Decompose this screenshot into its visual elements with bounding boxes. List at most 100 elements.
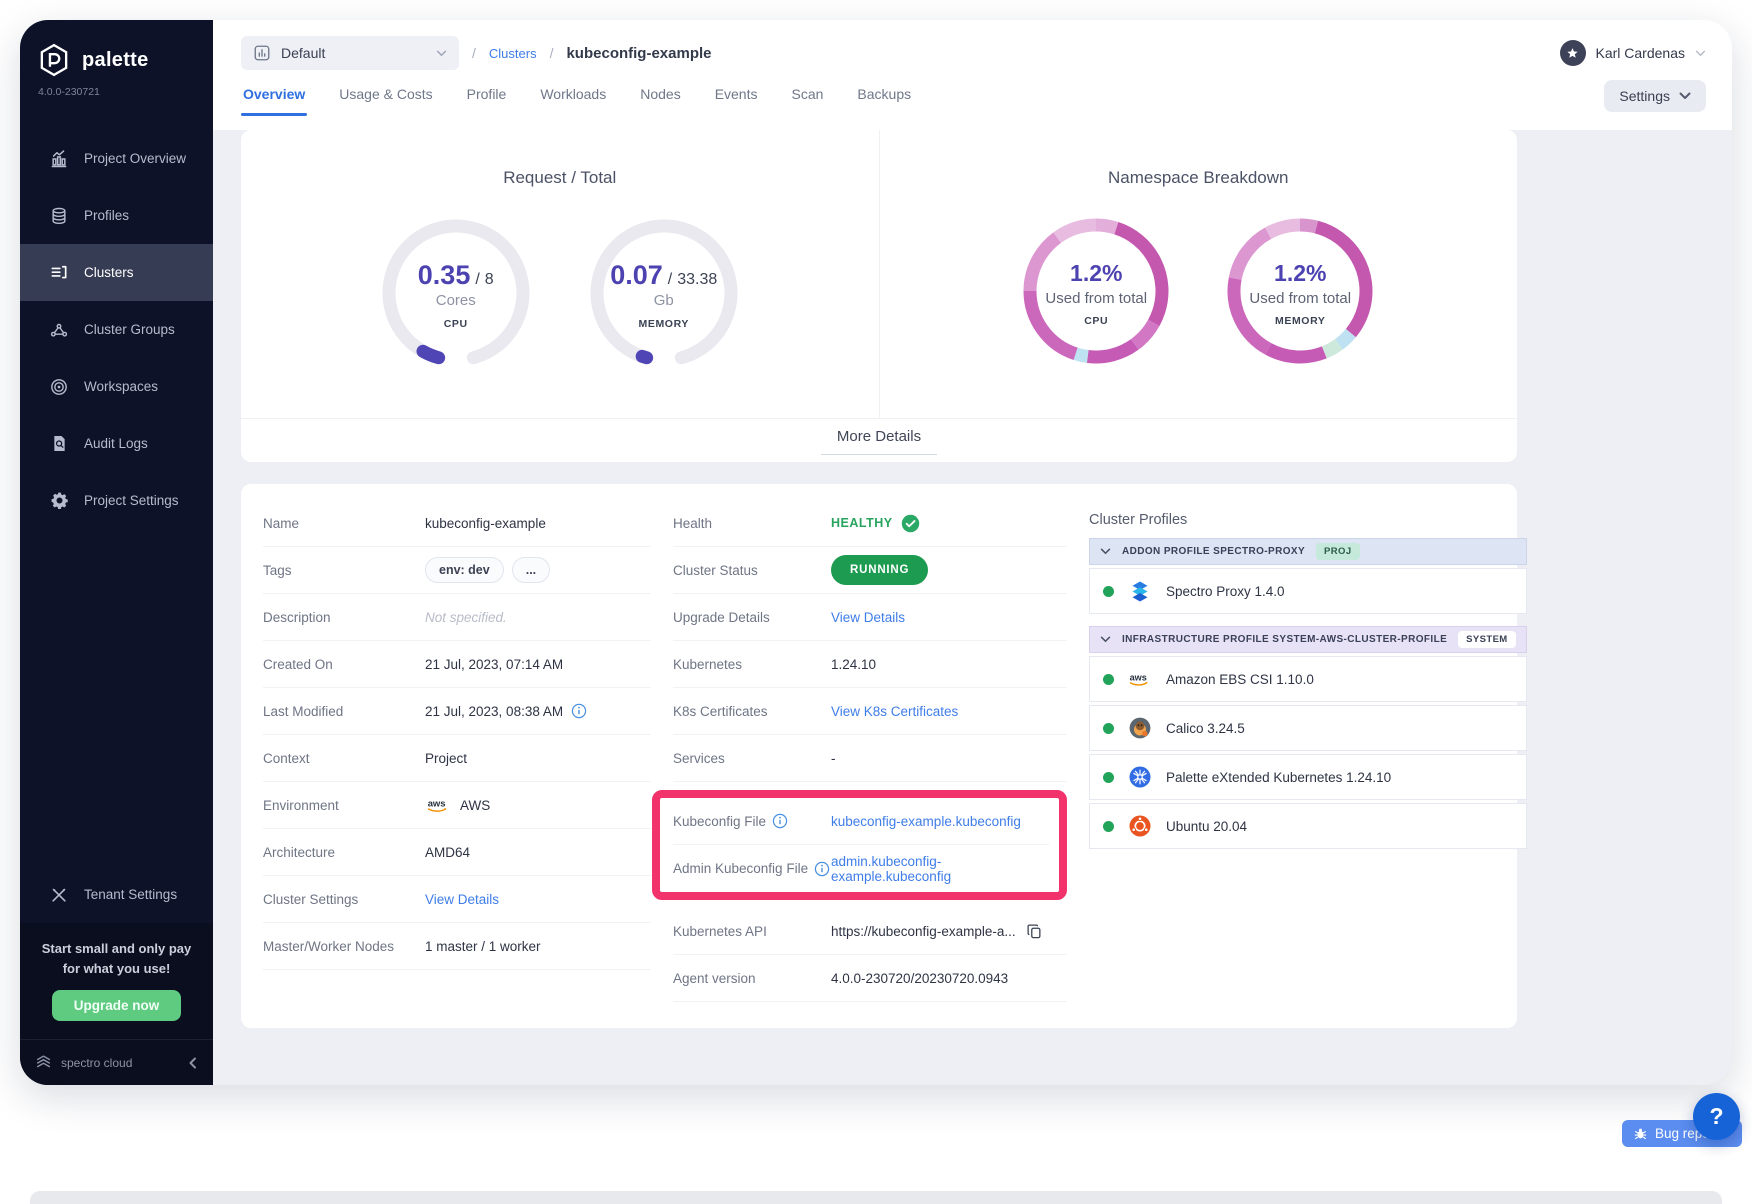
detail-label-text: Description (263, 610, 331, 625)
tag-item[interactable]: ... (512, 557, 550, 583)
settings-button[interactable]: Settings (1604, 80, 1706, 112)
profile-item-palette-extended-kubernetes-1-24-10[interactable]: Palette eXtended Kubernetes 1.24.10 (1089, 754, 1527, 800)
detail-label: Admin Kubeconfig File (673, 861, 831, 877)
panel-title: Namespace Breakdown (880, 168, 1518, 188)
detail-label-text: Name (263, 516, 299, 531)
sidebar-item-label: Clusters (84, 265, 134, 280)
cluster-status-badge: RUNNING (831, 555, 928, 585)
tab-profile[interactable]: Profile (465, 78, 509, 130)
tab-nodes[interactable]: Nodes (638, 78, 682, 130)
sidebar-item-profiles[interactable]: Profiles (20, 187, 213, 244)
detail-row-architecture: ArchitectureAMD64 (263, 829, 651, 876)
tab-overview[interactable]: Overview (241, 78, 307, 130)
upgrade-now-button[interactable]: Upgrade now (52, 990, 182, 1021)
donut-caption: Used from total (1249, 290, 1351, 307)
detail-label-text: Kubernetes (673, 657, 742, 672)
detail-label: Kubeconfig File (673, 813, 831, 829)
value-text: 1 master / 1 worker (425, 939, 541, 954)
detail-label: Kubernetes API (673, 924, 831, 939)
detail-row-services: Services- (673, 735, 1067, 782)
brand-logo-row: palette (20, 20, 213, 84)
panel-title: Request / Total (241, 168, 879, 188)
value-text: kubeconfig-example (425, 516, 546, 531)
detail-row-master-worker-nodes: Master/Worker Nodes1 master / 1 worker (263, 923, 651, 970)
chart-select-icon (253, 44, 271, 62)
cluster-profiles-title: Cluster Profiles (1089, 512, 1527, 528)
svg-text:aws: aws (428, 798, 446, 809)
chevron-down-icon (1100, 636, 1111, 643)
tag-env-dev[interactable]: env: dev (425, 557, 504, 583)
value-text: https://kubeconfig-example-a... (831, 924, 1016, 939)
check-circle-icon (901, 514, 920, 533)
palette-logo-icon (36, 42, 72, 78)
tab-backups[interactable]: Backups (855, 78, 913, 130)
profile-item-calico-3-24-5[interactable]: Calico 3.24.5 (1089, 705, 1527, 751)
value-separator: / (475, 271, 479, 289)
tab-workloads[interactable]: Workloads (538, 78, 608, 130)
tab-scan[interactable]: Scan (790, 78, 826, 130)
link-upgrade-details[interactable]: View Details (831, 610, 905, 625)
donut-center: 1.2% Used from total CPU (1023, 218, 1169, 364)
sidebar-item-project-settings[interactable]: Project Settings (20, 472, 213, 529)
project-selector[interactable]: Default (241, 36, 459, 70)
detail-label-text: Environment (263, 798, 339, 813)
profile-item-amazon-ebs-csi-1-10-0[interactable]: awsAmazon EBS CSI 1.10.0 (1089, 656, 1527, 702)
link-cluster-settings[interactable]: View Details (425, 892, 499, 907)
details-column-left: Namekubeconfig-exampleTagsenv: dev...Des… (263, 500, 651, 970)
gauge-center: 0.07 / 33.38 Gb MEMORY (589, 218, 739, 368)
detail-row-name: Name kubeconfig-example (263, 500, 651, 547)
collapse-sidebar-button[interactable] (187, 1057, 199, 1069)
sidebar-item-cluster-groups[interactable]: Cluster Groups (20, 301, 213, 358)
detail-value: Not specified. (425, 610, 507, 625)
sidebar-item-label: Project Overview (84, 151, 186, 166)
sidebar-item-project-overview[interactable]: Project Overview (20, 130, 213, 187)
profile-scope-badge: PROJ (1316, 543, 1359, 560)
sidebar-item-label: Tenant Settings (84, 887, 177, 902)
user-menu[interactable]: Karl Cardenas (1560, 40, 1707, 66)
sidebar-item-clusters[interactable]: Clusters (20, 244, 213, 301)
detail-label-text: Agent version (673, 971, 756, 986)
cpu-donut: 1.2% Used from total CPU (1023, 218, 1169, 364)
nodes-icon (49, 320, 69, 340)
sidebar-item-label: Profiles (84, 208, 129, 223)
link-k8s-certificates[interactable]: View K8s Certificates (831, 704, 958, 719)
value-text: 21 Jul, 2023, 07:14 AM (425, 657, 563, 672)
user-name: Karl Cardenas (1596, 45, 1686, 61)
status-dot (1103, 723, 1114, 734)
info-icon (571, 703, 587, 719)
copy-button[interactable] (1026, 923, 1043, 940)
detail-label-text: Services (673, 751, 725, 766)
cluster-profiles-panel: Cluster Profiles ADDON PROFILE SPECTRO-P… (1089, 500, 1527, 861)
status-dot (1103, 586, 1114, 597)
profile-section-header[interactable]: INFRASTRUCTURE PROFILE SYSTEM-AWS-CLUSTE… (1089, 626, 1527, 653)
version-label: 4.0.0-230721 (20, 84, 213, 98)
profile-section-header[interactable]: ADDON PROFILE SPECTRO-PROXYPROJ (1089, 538, 1527, 565)
detail-label-text: Architecture (263, 845, 335, 860)
info-icon (814, 861, 830, 877)
breadcrumb-separator: / (472, 45, 476, 61)
tab-events[interactable]: Events (713, 78, 760, 130)
bar-chart-icon (49, 149, 69, 169)
link-admin-kubeconfig-file[interactable]: admin.kubeconfig-example.kubeconfig (831, 854, 1049, 884)
tab-usage-costs[interactable]: Usage & Costs (337, 78, 434, 130)
detail-label-text: Cluster Status (673, 563, 758, 578)
sidebar-item-tenant-settings[interactable]: Tenant Settings (20, 866, 213, 923)
detail-label: Description (263, 610, 425, 625)
help-button[interactable]: ? (1693, 1093, 1740, 1140)
value-text: 1.24.10 (831, 657, 876, 672)
cpu-used-percent: 1.2% (1070, 260, 1122, 287)
sidebar-item-audit-logs[interactable]: Audit Logs (20, 415, 213, 472)
memory-used-percent: 1.2% (1274, 260, 1326, 287)
link-kubeconfig-file[interactable]: kubeconfig-example.kubeconfig (831, 814, 1021, 829)
breadcrumb-current: kubeconfig-example (566, 45, 711, 62)
status-dot (1103, 674, 1114, 685)
request-total-panel: Request / Total 0.35 / (241, 130, 879, 418)
sidebar-item-workspaces[interactable]: Workspaces (20, 358, 213, 415)
profile-item-spectro-proxy-1-4-0[interactable]: Spectro Proxy 1.4.0 (1089, 568, 1527, 614)
profile-item-ubuntu-20-04[interactable]: Ubuntu 20.04 (1089, 803, 1527, 849)
gauge-row: 0.35 / 8 Cores CPU (241, 218, 879, 368)
detail-label: Kubernetes (673, 657, 831, 672)
status-dot (1103, 772, 1114, 783)
more-details-button[interactable]: More Details (821, 426, 937, 455)
breadcrumb-clusters-link[interactable]: Clusters (489, 46, 537, 61)
